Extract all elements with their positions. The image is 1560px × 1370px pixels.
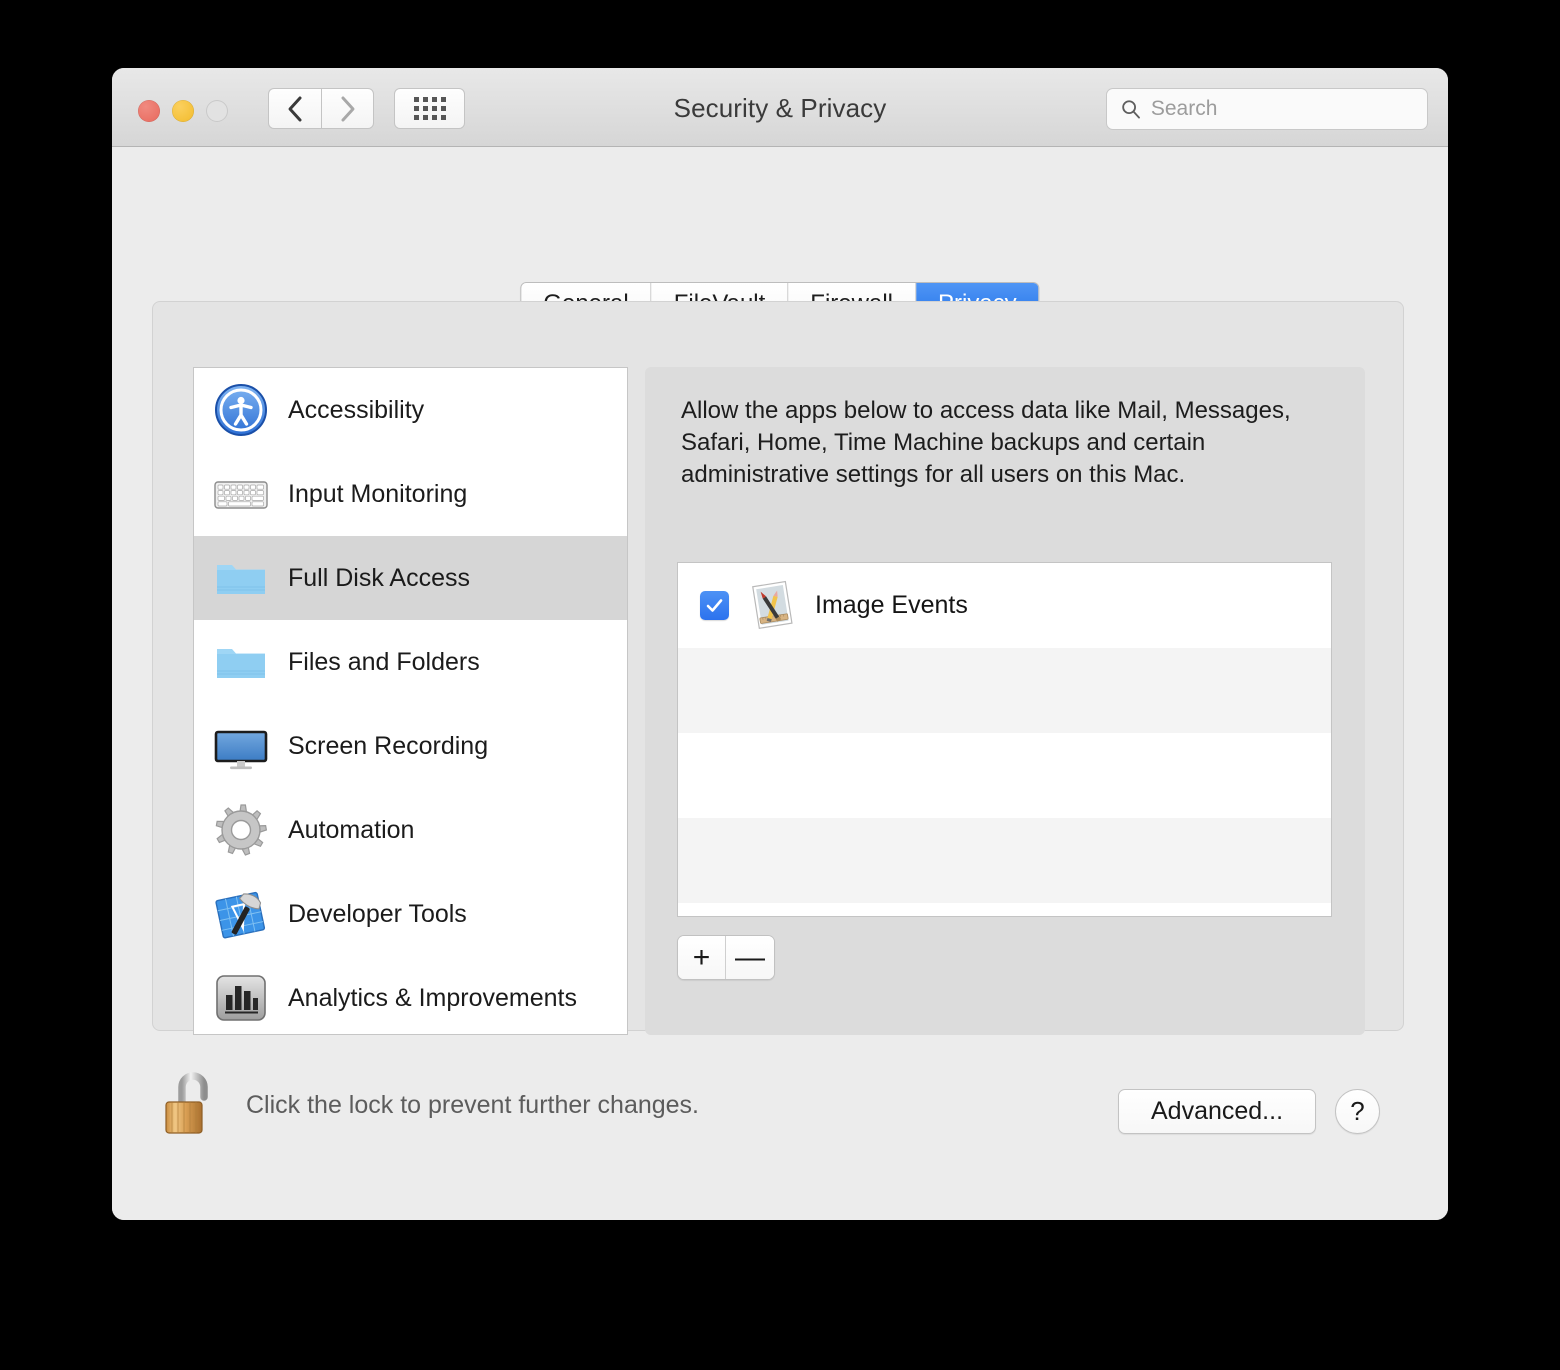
checkmark-icon — [706, 599, 723, 612]
privacy-panel: Accessibility Input Monitoring Full Disk… — [152, 301, 1404, 1035]
sidebar-item-label: Developer Tools — [288, 899, 467, 928]
search-field-container[interactable] — [1106, 88, 1428, 130]
sidebar-item-label: Input Monitoring — [288, 479, 468, 508]
window-body: General FileVault Firewall Privacy — [112, 147, 1448, 1220]
bar-chart-icon — [212, 969, 270, 1027]
table-row-empty — [678, 818, 1331, 903]
hammer-icon — [212, 885, 270, 943]
keyboard-icon — [212, 465, 270, 523]
sidebar-item-analytics-improvements[interactable]: Analytics & Improvements — [194, 956, 627, 1034]
table-row[interactable]: Image Events — [678, 563, 1331, 648]
privacy-category-list: Accessibility Input Monitoring Full Disk… — [193, 367, 628, 1035]
sidebar-item-label: Accessibility — [288, 395, 425, 424]
lock-area: Click the lock to prevent further change… — [160, 1067, 699, 1144]
sidebar-item-automation[interactable]: Automation — [194, 788, 627, 872]
add-remove-button-group: + — — [677, 935, 775, 980]
remove-app-button[interactable]: — — [726, 936, 774, 979]
lock-status-text: Click the lock to prevent further change… — [246, 1091, 700, 1119]
display-icon — [212, 717, 270, 775]
sidebar-item-label: Screen Recording — [288, 731, 489, 760]
accessibility-icon — [212, 381, 270, 439]
unlocked-padlock-icon[interactable] — [160, 1067, 222, 1144]
window-titlebar: Security & Privacy — [112, 68, 1448, 147]
advanced-button[interactable]: Advanced... — [1118, 1089, 1316, 1134]
sidebar-item-files-and-folders[interactable]: Files and Folders — [194, 620, 627, 704]
sidebar-item-accessibility[interactable]: Accessibility — [194, 368, 627, 452]
help-button[interactable]: ? — [1335, 1089, 1380, 1134]
sidebar-item-developer-tools[interactable]: Developer Tools — [194, 872, 627, 956]
app-name: Image Events — [815, 591, 968, 619]
window-footer: Click the lock to prevent further change… — [112, 1047, 1448, 1220]
sidebar-item-label: Full Disk Access — [288, 563, 470, 592]
table-row-empty — [678, 648, 1331, 733]
search-input[interactable] — [1150, 97, 1427, 121]
security-privacy-window: Security & Privacy General FileVault Fir… — [112, 68, 1448, 1220]
folder-icon — [212, 549, 270, 607]
allowed-apps-list[interactable]: Image Events — [677, 562, 1332, 917]
sidebar-item-label: Automation — [288, 815, 415, 844]
sidebar-item-label: Analytics & Improvements — [288, 983, 577, 1012]
app-enabled-checkbox[interactable] — [700, 591, 729, 620]
detail-description: Allow the apps below to access data like… — [681, 397, 1291, 488]
privacy-detail-pane: Allow the apps below to access data like… — [645, 367, 1365, 1035]
add-app-button[interactable]: + — [678, 936, 726, 979]
table-row-empty — [678, 903, 1331, 916]
sidebar-item-screen-recording[interactable]: Screen Recording — [194, 704, 627, 788]
sidebar-item-label: Files and Folders — [288, 647, 480, 676]
image-events-icon — [745, 579, 799, 633]
folder-icon — [212, 633, 270, 691]
table-row-empty — [678, 733, 1331, 818]
search-icon — [1122, 100, 1140, 119]
sidebar-item-input-monitoring[interactable]: Input Monitoring — [194, 452, 627, 536]
sidebar-item-full-disk-access[interactable]: Full Disk Access — [194, 536, 627, 620]
gear-icon — [212, 801, 270, 859]
